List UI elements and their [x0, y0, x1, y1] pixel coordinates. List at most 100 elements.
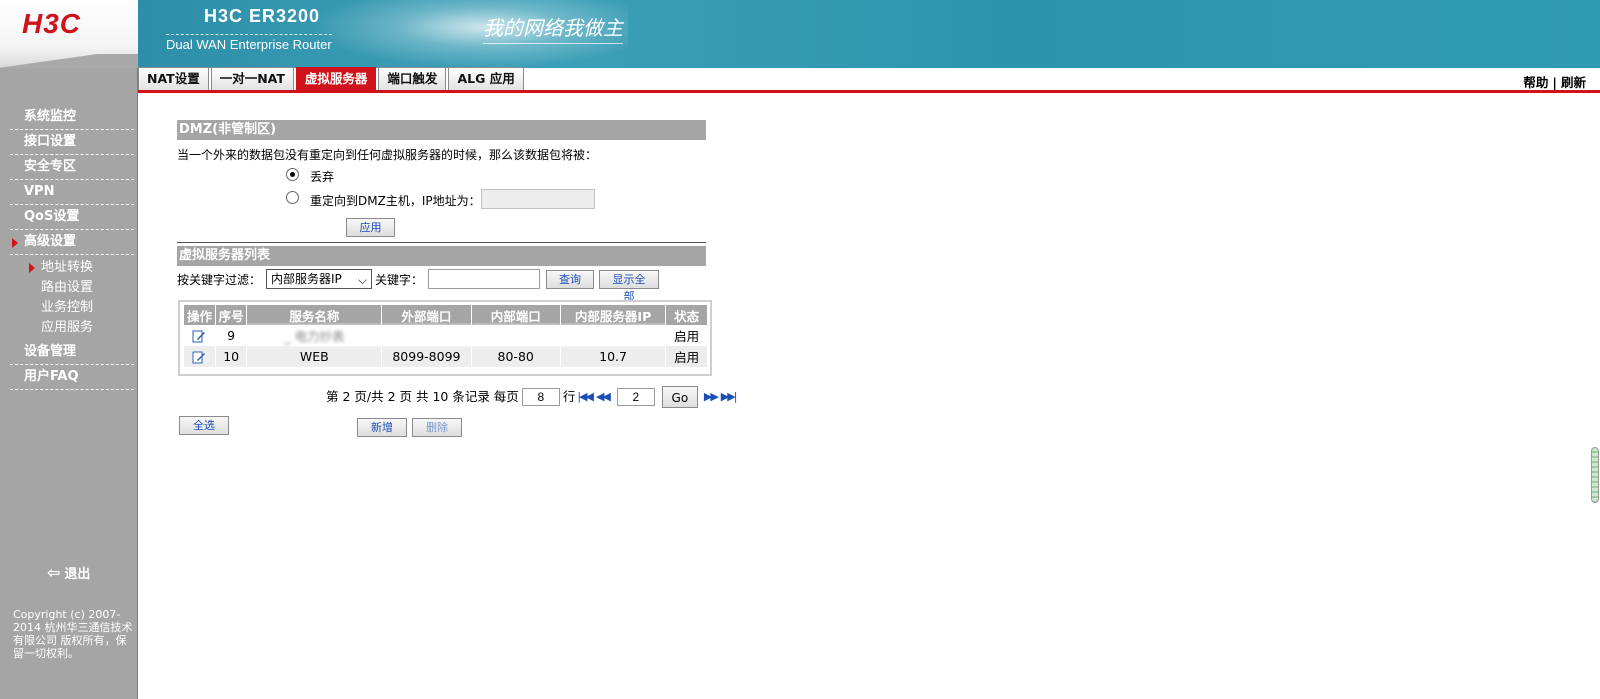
query-button[interactable]: 查询 [546, 270, 594, 289]
sidebar-nav: 系统监控 接口设置 安全专区 VPN QoS设置 高级设置 地址转换 路由设置 … [0, 105, 138, 390]
filter-select[interactable]: 内部服务器IP ⌵ [266, 269, 372, 289]
page-number-input[interactable] [616, 388, 655, 406]
row-service-name: _ 电力抄表 [246, 325, 383, 346]
top-links: 帮助 | 刷新 [1523, 72, 1586, 91]
sidebar-subitem-app-service[interactable]: 应用服务 [0, 318, 138, 338]
row-internal-port: 80-80 [471, 346, 561, 367]
keyword-label: 关键字： [375, 273, 424, 287]
sidebar-item-label: 高级设置 [24, 234, 77, 249]
vs-table-frame: 操作 序号 服务名称 外部端口 内部端口 内部服务器IP 状态 9 _ 电力抄表 [178, 300, 712, 376]
sidebar-subitem-routing[interactable]: 路由设置 [0, 278, 138, 298]
select-all-button[interactable]: 全选 [179, 416, 229, 435]
row-server-ip: 10.7 [560, 346, 667, 367]
h3c-logo: H3C [22, 8, 82, 39]
per-page-input[interactable] [521, 388, 560, 406]
column-header-index: 序号 [215, 305, 248, 325]
pager-row-unit: 行 [562, 389, 576, 404]
column-header-action: 操作 [184, 305, 216, 325]
filter-label: 按关键字过滤： [177, 273, 262, 287]
refresh-link[interactable]: 刷新 [1561, 75, 1586, 90]
sidebar-item-vpn[interactable]: VPN [10, 180, 134, 205]
logo-area: H3C [0, 0, 138, 68]
dmz-description: 当一个外来的数据包没有重定向到任何虚拟服务器的时候，那么该数据包将被： [177, 148, 598, 162]
dmz-redirect-radio[interactable] [286, 191, 299, 204]
sidebar-subnav: 地址转换 路由设置 业务控制 应用服务 [0, 255, 138, 340]
row-edit-cell [184, 325, 216, 346]
edit-icon[interactable] [192, 329, 206, 343]
row-service-name: WEB [246, 346, 383, 367]
delete-button[interactable]: 删除 [412, 418, 462, 437]
product-name: H3C ER3200 [204, 6, 321, 26]
prev-page-icon[interactable]: ◀◀ [596, 386, 611, 408]
row-server-ip [560, 325, 667, 346]
row-edit-cell [184, 346, 216, 367]
column-header-external-port: 外部端口 [381, 305, 472, 325]
keyword-input[interactable] [428, 269, 540, 289]
sidebar-item-advanced[interactable]: 高级设置 [10, 230, 134, 255]
link-separator: | [1552, 75, 1557, 90]
column-header-status: 状态 [665, 305, 708, 325]
filter-select-value: 内部服务器IP [271, 272, 342, 286]
row-internal-port [471, 325, 561, 346]
vs-table: 操作 序号 服务名称 外部端口 内部端口 内部服务器IP 状态 9 _ 电力抄表 [184, 305, 708, 367]
pagination: 第 2 页/共 2 页 共 10 条记录 每页 行 |◀◀ ◀◀ Go ▶▶ ▶… [326, 386, 737, 408]
tab-list: NAT设置 一对一NAT 虚拟服务器 端口触发 ALG 应用 [138, 67, 524, 90]
tab-nat-settings[interactable]: NAT设置 [138, 67, 209, 90]
slogan: 我的网络我做主 [483, 12, 623, 44]
row-status: 启用 [665, 325, 708, 346]
column-header-internal-port: 内部端口 [471, 305, 561, 325]
next-page-icon[interactable]: ▶▶ [704, 386, 719, 408]
show-all-button[interactable]: 显示全部 [599, 270, 659, 303]
top-banner: H3C ER3200 Dual WAN Enterprise Router 我的… [138, 0, 1600, 68]
copyright-text: Copyright (c) 2007-2014 杭州华三通信技术有限公司 版权所… [13, 608, 133, 660]
product-description: Dual WAN Enterprise Router [166, 34, 332, 52]
sidebar-subitem-service-control[interactable]: 业务控制 [0, 298, 138, 318]
logout-button[interactable]: ⇦ 退出 [47, 563, 90, 582]
section-divider [177, 242, 706, 243]
scrollbar-handle[interactable] [1591, 447, 1599, 503]
sidebar-subitem-label: 地址转换 [41, 260, 94, 275]
sidebar-item-system-monitor[interactable]: 系统监控 [10, 105, 134, 130]
row-external-port: 8099-8099 [381, 346, 472, 367]
dmz-discard-label: 丢弃 [310, 170, 335, 184]
tab-one-to-one-nat[interactable]: 一对一NAT [210, 67, 294, 90]
pager-summary: 第 2 页/共 2 页 共 10 条记录 每页 [326, 389, 519, 404]
active-arrow-icon [29, 263, 35, 273]
sidebar-subitem-nat[interactable]: 地址转换 [0, 258, 138, 278]
add-button[interactable]: 新增 [357, 418, 407, 437]
sidebar-item-interface-settings[interactable]: 接口设置 [10, 130, 134, 155]
dmz-ip-input[interactable] [481, 189, 595, 209]
table-header-row: 操作 序号 服务名称 外部端口 内部端口 内部服务器IP 状态 [184, 305, 708, 325]
column-header-service-name: 服务名称 [246, 305, 383, 325]
sidebar-item-qos[interactable]: QoS设置 [10, 205, 134, 230]
help-link[interactable]: 帮助 [1523, 75, 1548, 90]
table-row: 10 WEB 8099-8099 80-80 10.7 启用 [184, 346, 708, 367]
sidebar-item-device-management[interactable]: 设备管理 [10, 340, 134, 365]
edit-icon[interactable] [192, 350, 206, 364]
tab-alg[interactable]: ALG 应用 [448, 67, 524, 90]
dmz-section-header: DMZ(非管制区) [177, 120, 706, 140]
table-row: 9 _ 电力抄表 启用 [184, 325, 708, 346]
sidebar-item-security[interactable]: 安全专区 [10, 155, 134, 180]
row-external-port [381, 325, 472, 346]
dmz-apply-button[interactable]: 应用 [346, 218, 395, 237]
column-header-server-ip: 内部服务器IP [560, 305, 667, 325]
sidebar: 系统监控 接口设置 安全专区 VPN QoS设置 高级设置 地址转换 路由设置 … [0, 68, 138, 699]
first-page-icon[interactable]: |◀◀ [577, 386, 594, 408]
tab-port-trigger[interactable]: 端口触发 [378, 67, 447, 90]
dmz-redirect-label: 重定向到DMZ主机，IP地址为： [310, 194, 481, 208]
active-arrow-icon [12, 238, 18, 248]
go-button[interactable]: Go [661, 386, 698, 408]
row-index: 9 [215, 325, 248, 346]
tab-virtual-server[interactable]: 虚拟服务器 [295, 67, 377, 90]
dmz-discard-radio[interactable] [286, 168, 299, 181]
logout-label: 退出 [64, 567, 91, 582]
logout-icon: ⇦ [47, 563, 61, 582]
chevron-down-icon: ⌵ [357, 273, 367, 287]
row-index: 10 [215, 346, 248, 367]
row-status: 启用 [665, 346, 708, 367]
sidebar-item-user-faq[interactable]: 用户FAQ [10, 365, 134, 390]
vs-list-section-header: 虚拟服务器列表 [177, 246, 706, 266]
last-page-icon[interactable]: ▶▶| [721, 386, 738, 408]
tab-bar: NAT设置 一对一NAT 虚拟服务器 端口触发 ALG 应用 帮助 | 刷新 [138, 67, 1600, 93]
